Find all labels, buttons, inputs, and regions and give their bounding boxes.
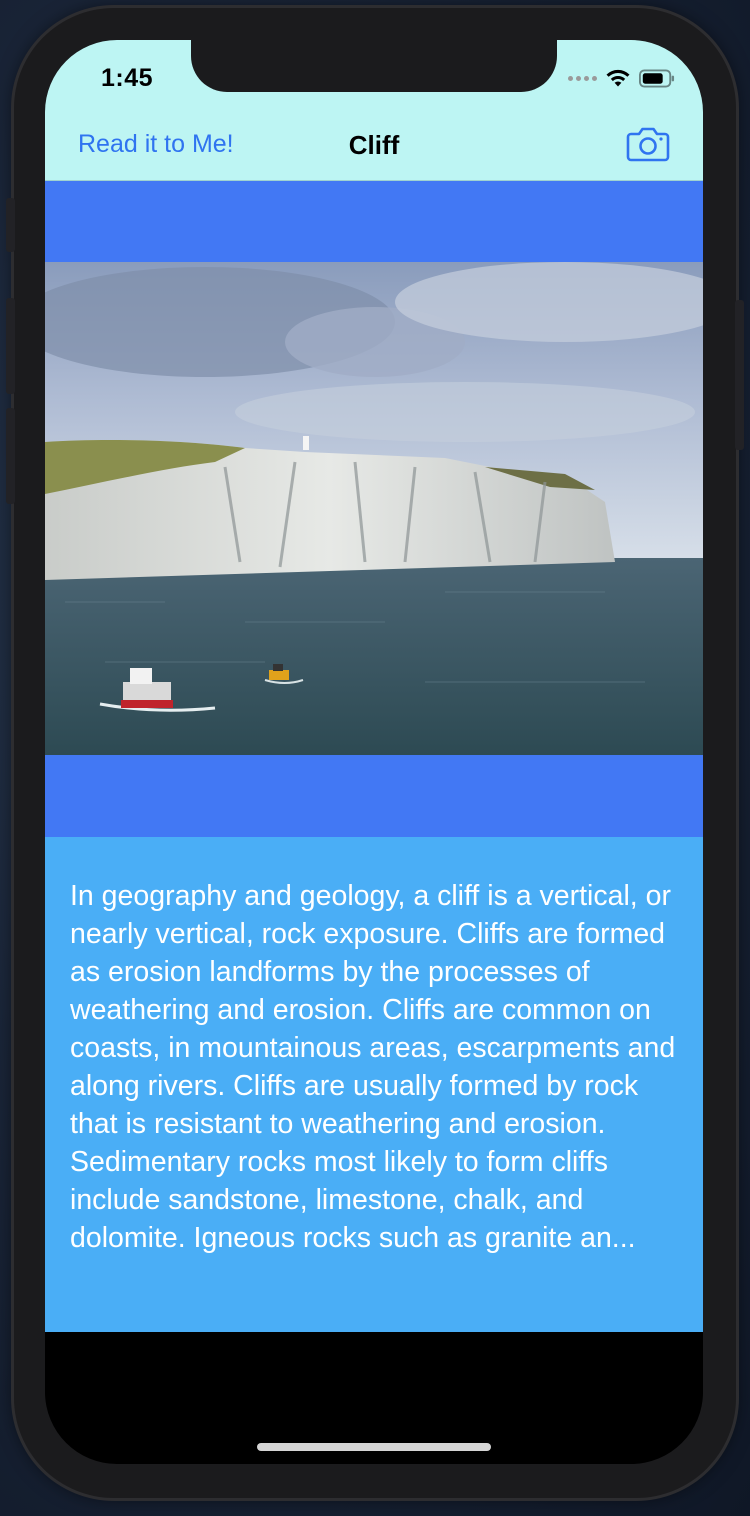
home-indicator[interactable] — [257, 1443, 491, 1451]
image-top-band — [45, 181, 703, 262]
battery-icon — [639, 69, 675, 87]
navigation-header: 1:45 Read it to Me! Cliff — [45, 40, 703, 181]
cellular-signal-icon — [568, 75, 597, 81]
volume-up-button — [6, 298, 15, 394]
mute-switch — [6, 198, 15, 252]
phone-screen: 1:45 Read it to Me! Cliff In geography a… — [45, 40, 703, 1464]
description-panel: In geography and geology, a cliff is a v… — [45, 837, 703, 1332]
cliff-photo — [45, 262, 703, 755]
image-bottom-band — [45, 755, 703, 837]
camera-icon[interactable] — [626, 126, 670, 162]
read-it-to-me-button[interactable]: Read it to Me! — [78, 130, 234, 159]
power-button — [735, 300, 744, 450]
status-indicators — [568, 68, 675, 88]
volume-down-button — [6, 408, 15, 504]
wifi-icon — [606, 69, 630, 87]
description-text: In geography and geology, a cliff is a v… — [70, 880, 676, 1254]
status-time: 1:45 — [101, 64, 154, 92]
notch — [191, 40, 557, 92]
